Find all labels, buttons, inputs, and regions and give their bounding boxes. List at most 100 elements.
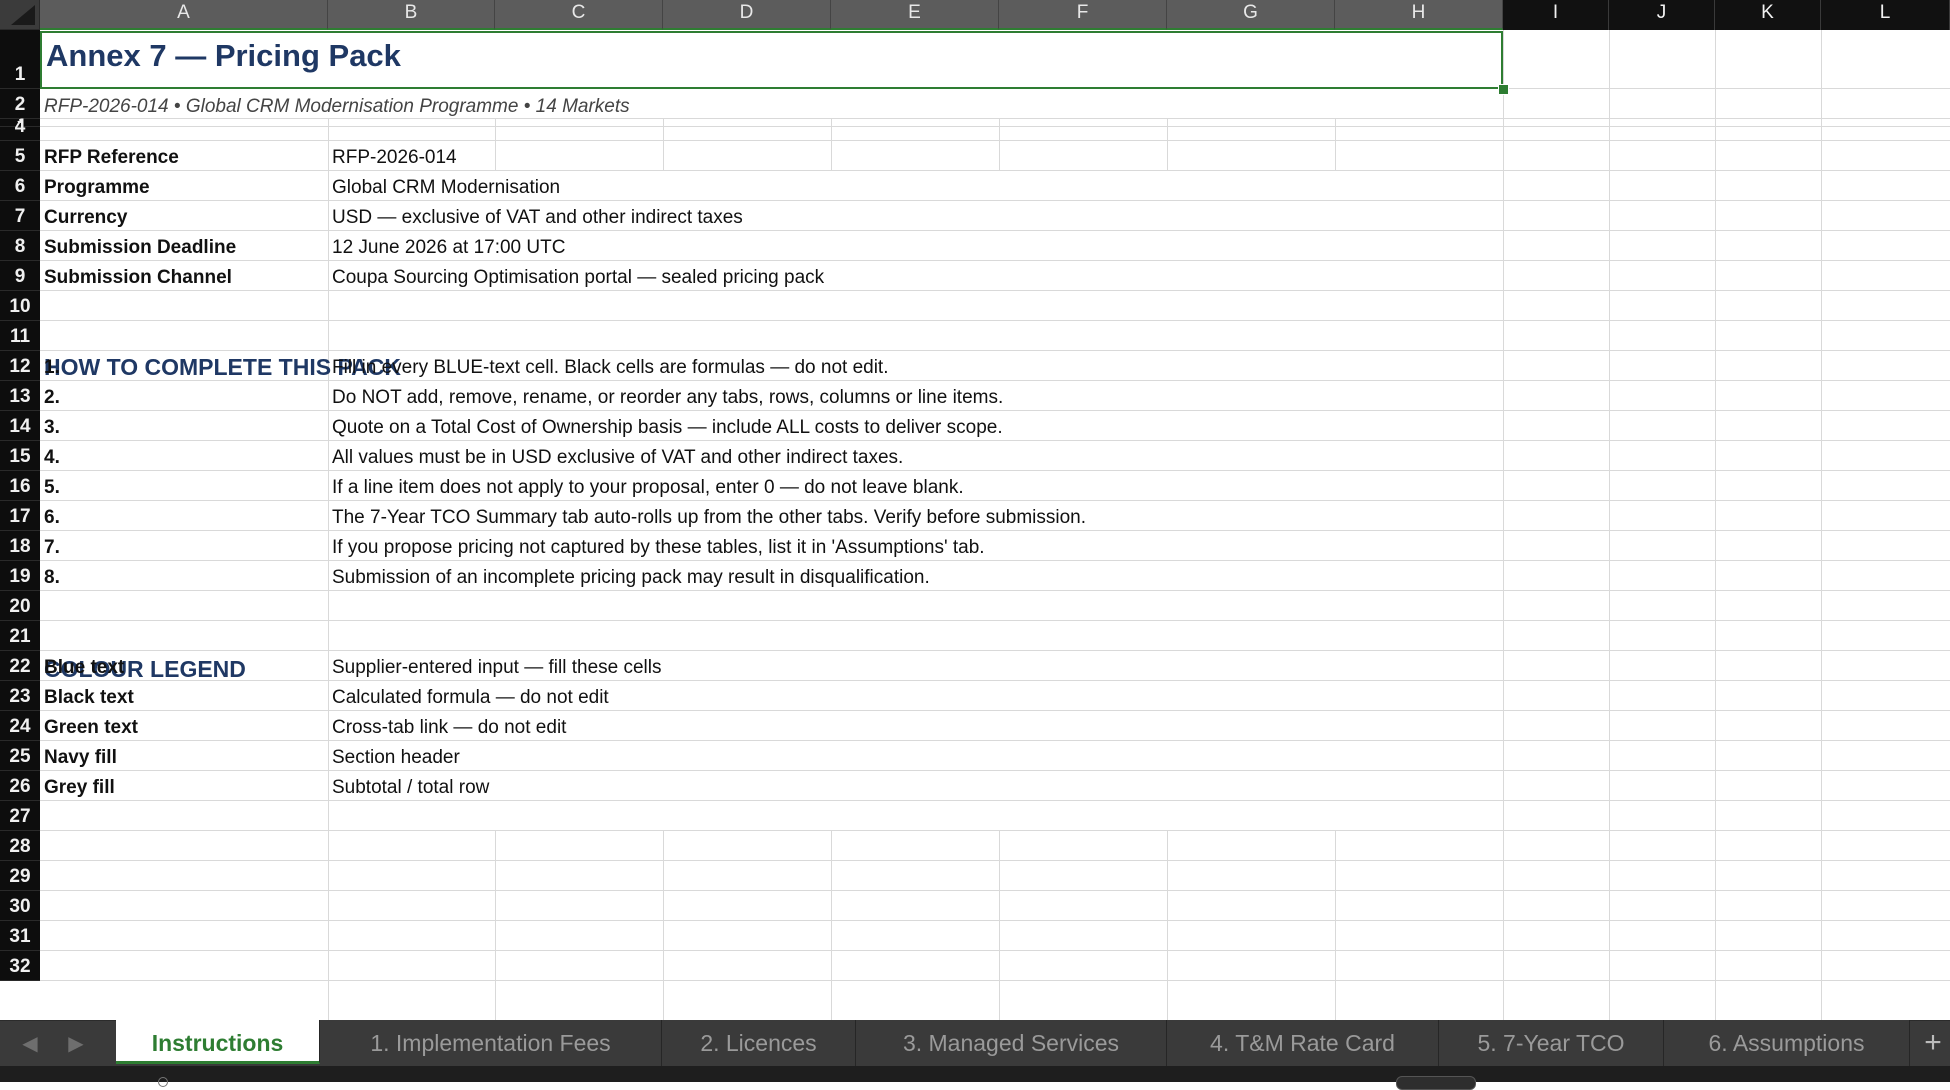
legend-value[interactable]: Cross-tab link — do not edit (332, 717, 566, 739)
fill-handle[interactable] (1498, 84, 1509, 95)
detail-label[interactable]: Programme (44, 177, 150, 199)
legend-label[interactable]: Navy fill (44, 747, 117, 769)
row-header-19[interactable]: 19 (0, 561, 40, 591)
row-header-32[interactable]: 32 (0, 951, 40, 981)
row-header-8[interactable]: 8 (0, 231, 40, 261)
legend-label[interactable]: Green text (44, 717, 138, 739)
instruction-text[interactable]: Quote on a Total Cost of Ownership basis… (332, 417, 1003, 439)
instruction-text[interactable]: The 7-Year TCO Summary tab auto-rolls up… (332, 507, 1086, 529)
instruction-text[interactable]: Fill in every BLUE-text cell. Black cell… (332, 357, 888, 379)
row-header-25[interactable]: 25 (0, 741, 40, 771)
detail-value[interactable]: USD — exclusive of VAT and other indirec… (332, 207, 743, 229)
legend-value[interactable]: Supplier-entered input — fill these cell… (332, 657, 662, 679)
sheet-tab-instructions[interactable]: Instructions (116, 1020, 320, 1064)
column-header-i[interactable]: I (1503, 0, 1609, 30)
row-header-17[interactable]: 17 (0, 501, 40, 531)
row-header-4[interactable]: 4 (0, 116, 40, 141)
instruction-text[interactable]: Do NOT add, remove, rename, or reorder a… (332, 387, 1003, 409)
gridline-row (40, 920, 1950, 921)
row-header-13[interactable]: 13 (0, 381, 40, 411)
row-header-31[interactable]: 31 (0, 921, 40, 951)
row-header-6[interactable]: 6 (0, 171, 40, 201)
instruction-text[interactable]: If a line item does not apply to your pr… (332, 477, 964, 499)
column-header-e[interactable]: E (831, 0, 999, 30)
legend-value[interactable]: Section header (332, 747, 460, 769)
row-header-28[interactable]: 28 (0, 831, 40, 861)
detail-value[interactable]: 12 June 2026 at 17:00 UTC (332, 237, 565, 259)
row-header-15[interactable]: 15 (0, 441, 40, 471)
instruction-number[interactable]: 7. (44, 537, 60, 559)
legend-label[interactable]: Black text (44, 687, 134, 709)
instruction-text[interactable]: All values must be in USD exclusive of V… (332, 447, 903, 469)
status-indicator (158, 1077, 168, 1087)
row-header-27[interactable]: 27 (0, 801, 40, 831)
instruction-number[interactable]: 5. (44, 477, 60, 499)
column-header-j[interactable]: J (1609, 0, 1715, 30)
row-header-18[interactable]: 18 (0, 531, 40, 561)
row-header-30[interactable]: 30 (0, 891, 40, 921)
zoom-control[interactable] (1396, 1076, 1476, 1090)
column-header-a[interactable]: A (40, 0, 328, 30)
detail-value[interactable]: RFP-2026-014 (332, 147, 457, 169)
instruction-number[interactable]: 6. (44, 507, 60, 529)
row-header-14[interactable]: 14 (0, 411, 40, 441)
detail-label[interactable]: RFP Reference (44, 147, 179, 169)
row-header-21[interactable]: 21 (0, 621, 40, 651)
column-header-c[interactable]: C (495, 0, 663, 30)
row-header-2[interactable]: 2 (0, 89, 40, 119)
row-header-11[interactable]: 11 (0, 321, 40, 351)
page-title: Annex 7 — Pricing Pack (46, 38, 401, 73)
row-header-16[interactable]: 16 (0, 471, 40, 501)
legend-label[interactable]: Blue text (44, 657, 124, 679)
instruction-number[interactable]: 8. (44, 567, 60, 589)
row-header-5[interactable]: 5 (0, 141, 40, 171)
detail-value[interactable]: Coupa Sourcing Optimisation portal — sea… (332, 267, 824, 289)
column-header-b[interactable]: B (328, 0, 495, 30)
sheet-tab-1-implementation-fees[interactable]: 1. Implementation Fees (320, 1020, 662, 1066)
tab-scroll-prev[interactable]: ◀ (10, 1020, 50, 1066)
row-header-9[interactable]: 9 (0, 261, 40, 291)
detail-label[interactable]: Submission Deadline (44, 237, 236, 259)
detail-label[interactable]: Submission Channel (44, 267, 232, 289)
column-header-l[interactable]: L (1821, 0, 1950, 30)
row-header-22[interactable]: 22 (0, 651, 40, 681)
detail-value[interactable]: Global CRM Modernisation (332, 177, 560, 199)
column-header-f[interactable]: F (999, 0, 1167, 30)
gridline-row (40, 410, 1950, 411)
row-header-20[interactable]: 20 (0, 591, 40, 621)
add-sheet-button[interactable]: + (1916, 1020, 1950, 1066)
legend-label[interactable]: Grey fill (44, 777, 115, 799)
sheet-tab-3-managed-services[interactable]: 3. Managed Services (856, 1020, 1167, 1066)
instruction-number[interactable]: 2. (44, 387, 60, 409)
row-header-29[interactable]: 29 (0, 861, 40, 891)
row-header-10[interactable]: 10 (0, 291, 40, 321)
instruction-text[interactable]: If you propose pricing not captured by t… (332, 537, 985, 559)
gridline-row (40, 140, 1950, 141)
detail-label[interactable]: Currency (44, 207, 127, 229)
sheet-tab-5-7-year-tco[interactable]: 5. 7-Year TCO (1439, 1020, 1664, 1066)
legend-value[interactable]: Subtotal / total row (332, 777, 489, 799)
spreadsheet-grid[interactable]: ABCDEFGHIJKL 1 2 3 4 5 6 7 8 9 10 11 12 13 14 15 16 17 18… (0, 0, 1950, 1022)
sheet-tab-4-t-m-rate-card[interactable]: 4. T&M Rate Card (1167, 1020, 1439, 1066)
row-header-24[interactable]: 24 (0, 711, 40, 741)
select-all-corner[interactable] (0, 0, 40, 30)
sheet-tab-2-licences[interactable]: 2. Licences (662, 1020, 856, 1066)
row-header-12[interactable]: 12 (0, 351, 40, 381)
gridline-col (1715, 30, 1716, 1022)
row-header-1[interactable]: 1 (0, 30, 40, 89)
column-header-h[interactable]: H (1335, 0, 1503, 30)
row-header-23[interactable]: 23 (0, 681, 40, 711)
row-header-26[interactable]: 26 (0, 771, 40, 801)
instruction-text[interactable]: Submission of an incomplete pricing pack… (332, 567, 930, 589)
instruction-number[interactable]: 1. (44, 357, 60, 379)
column-header-g[interactable]: G (1167, 0, 1335, 30)
legend-value[interactable]: Calculated formula — do not edit (332, 687, 609, 709)
instruction-number[interactable]: 4. (44, 447, 60, 469)
sheet-tab-6-assumptions[interactable]: 6. Assumptions (1664, 1020, 1910, 1066)
row-header-7[interactable]: 7 (0, 201, 40, 231)
column-header-k[interactable]: K (1715, 0, 1821, 30)
column-header-d[interactable]: D (663, 0, 831, 30)
tab-scroll-next[interactable]: ▶ (56, 1020, 96, 1066)
gridline-col (999, 119, 1000, 171)
instruction-number[interactable]: 3. (44, 417, 60, 439)
